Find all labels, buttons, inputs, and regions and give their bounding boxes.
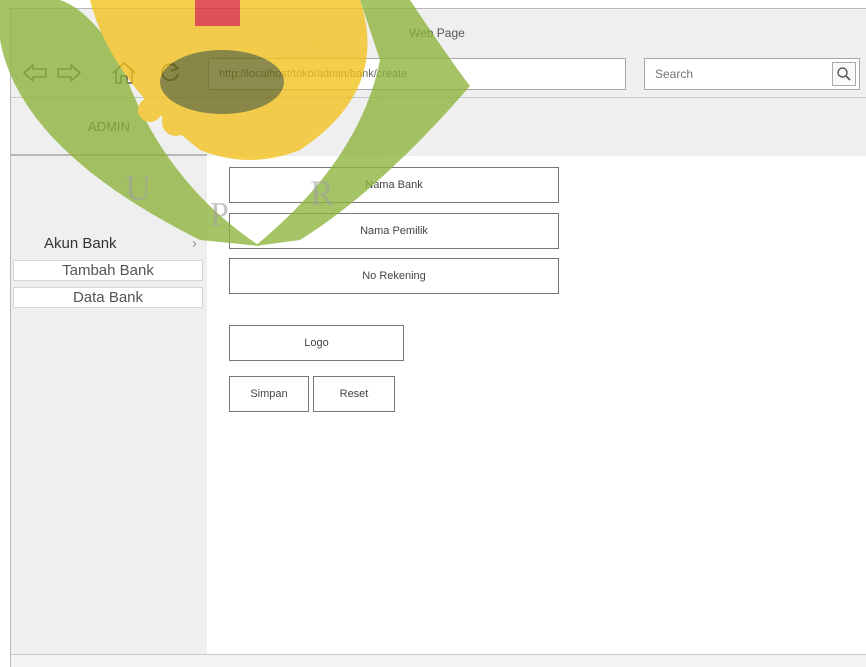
status-bar xyxy=(11,654,866,667)
nama-bank-field[interactable]: Nama Bank xyxy=(229,167,559,203)
address-bar[interactable]: http://localhost/toko/admin/bank/create xyxy=(208,58,626,90)
main-content: Nama Bank Nama Pemilik No Rekening Logo … xyxy=(207,156,866,655)
arrow-left-icon xyxy=(23,64,47,82)
no-rekening-field[interactable]: No Rekening xyxy=(229,258,559,294)
reload-button[interactable] xyxy=(156,59,184,87)
sidebar-title: ADMIN xyxy=(11,98,207,156)
main-header xyxy=(207,98,866,156)
search-input[interactable] xyxy=(645,59,823,89)
sidebar: ADMIN Akun Bank › Tambah Bank Data Bank xyxy=(11,98,207,655)
sidebar-item-tambah-bank[interactable]: Tambah Bank xyxy=(13,260,203,281)
reload-icon xyxy=(161,62,180,82)
logo-field[interactable]: Logo xyxy=(229,325,404,361)
window-title: Web Page xyxy=(409,26,465,40)
sidebar-group-akun-bank[interactable]: Akun Bank › xyxy=(11,229,207,257)
sidebar-group-label: Akun Bank xyxy=(44,234,117,252)
nama-pemilik-field[interactable]: Nama Pemilik xyxy=(229,213,559,249)
search-box xyxy=(644,58,860,90)
search-icon xyxy=(837,67,851,81)
save-button[interactable]: Simpan xyxy=(229,376,309,412)
reset-button[interactable]: Reset xyxy=(313,376,395,412)
home-icon xyxy=(112,62,136,84)
forward-button[interactable] xyxy=(55,59,83,87)
home-button[interactable] xyxy=(110,59,138,87)
title-bar: Web Page xyxy=(11,9,866,49)
browser-window: Web Page http://localhost/toko/admin/ban… xyxy=(10,8,866,667)
sidebar-item-data-bank[interactable]: Data Bank xyxy=(13,287,203,308)
chevron-right-icon: › xyxy=(192,234,197,252)
arrow-right-icon xyxy=(57,64,81,82)
back-button[interactable] xyxy=(21,59,49,87)
navigation-bar: http://localhost/toko/admin/bank/create xyxy=(11,49,866,98)
search-button[interactable] xyxy=(832,62,856,86)
